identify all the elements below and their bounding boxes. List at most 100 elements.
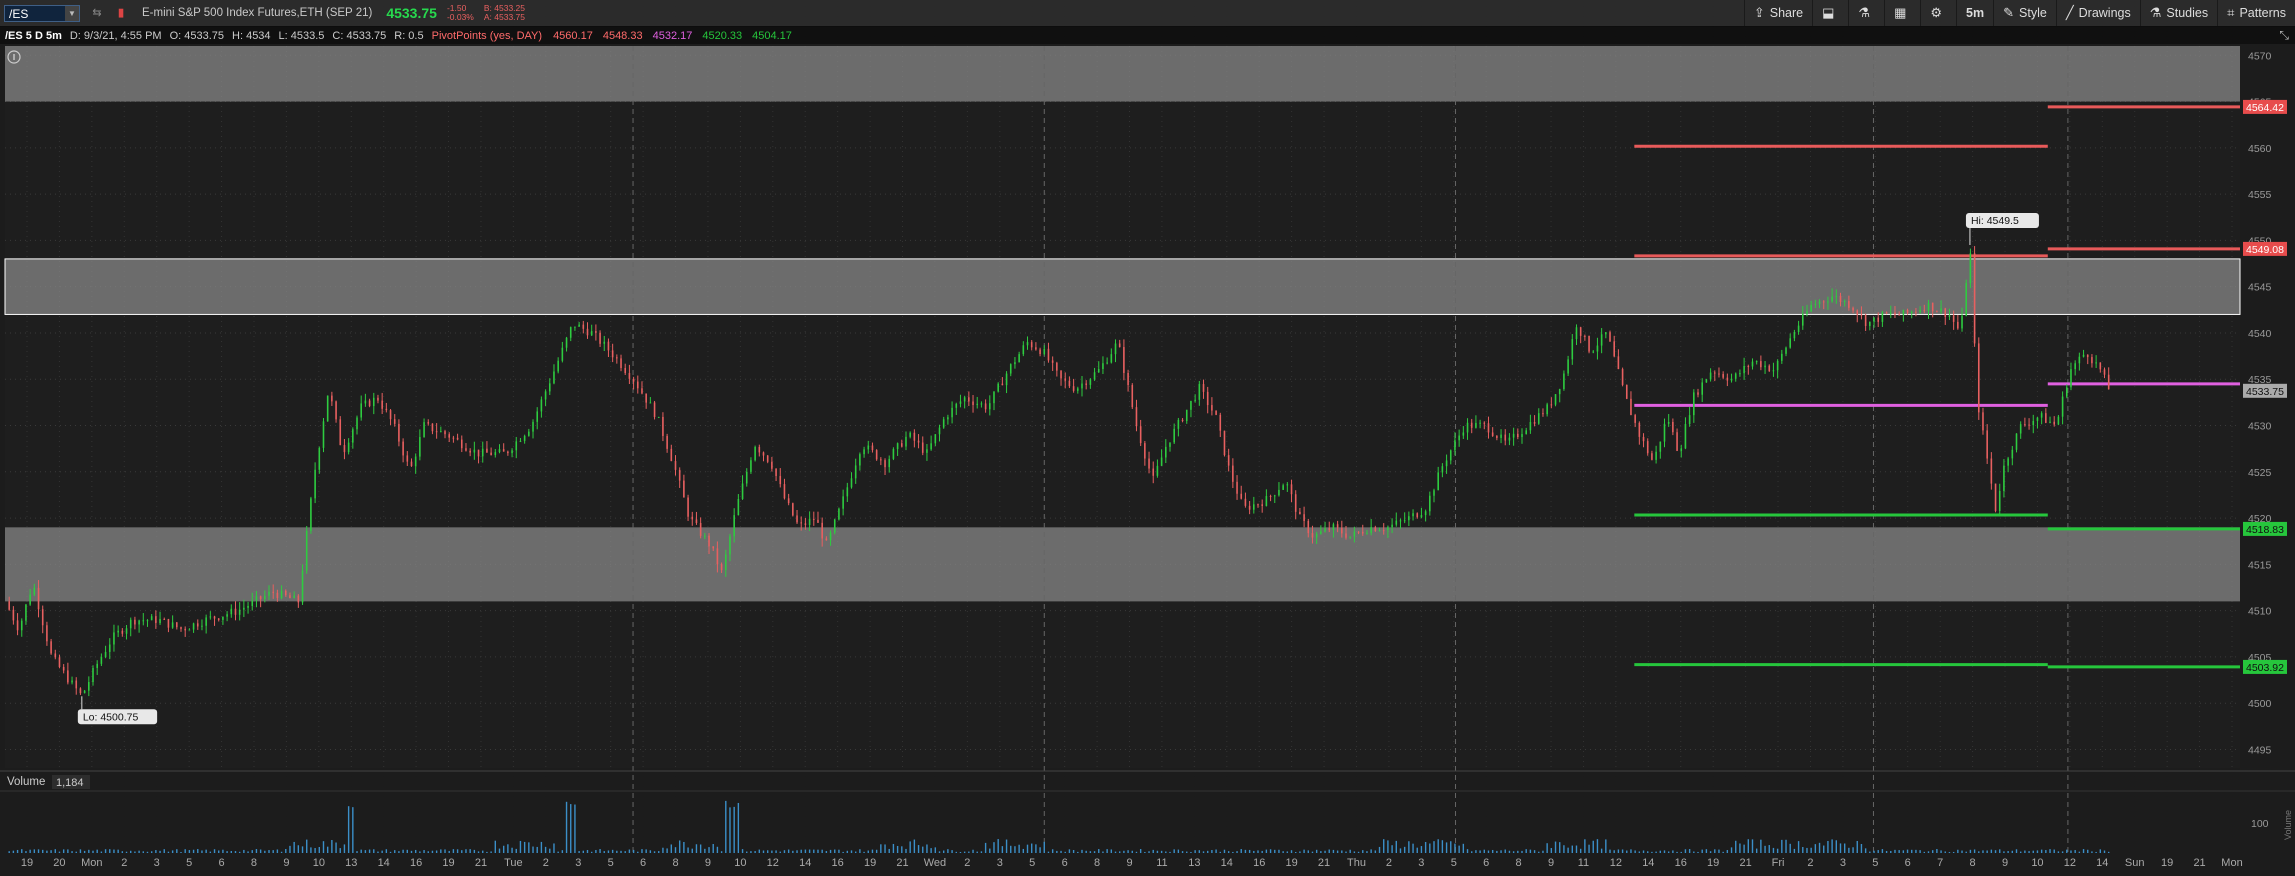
volume-bar [1835,840,1838,853]
candle-body [1005,373,1008,386]
x-tick-label: 9 [1126,857,1132,869]
bookmark-icon[interactable]: ▮ [114,6,128,20]
candle-body [385,408,388,411]
volume-bar [632,849,635,853]
candle-body [1202,384,1205,392]
candle-body [1253,504,1255,510]
candle-body [1185,409,1188,422]
candle-body [247,605,249,608]
volume-bar [783,850,786,853]
volume-bar [352,807,354,853]
volume-bar [1538,851,1540,853]
candle-body [1102,363,1104,370]
ask-price: A: 4533.75 [483,12,525,22]
candle-body [1609,332,1611,342]
volume-bar [850,850,853,853]
volume-bar [670,844,673,853]
candle-body [1831,296,1833,302]
candle-body [16,620,19,631]
change-stack: -1.50 -0.03% [447,4,474,22]
style-button[interactable]: ✎ Style [1993,0,2056,26]
study-name[interactable]: PivotPoints (yes, DAY) [432,30,542,42]
volume-bar [909,841,911,853]
candle-body [641,388,643,394]
candle-body [796,515,798,523]
candle-body [1726,377,1729,381]
candle-body [1512,433,1515,438]
price-chart[interactable]: Hi: 4549.5Lo: 4500.754495450045054510451… [0,44,2295,876]
candle-body [1944,308,1947,317]
candle-body [1332,524,1335,530]
drawings-button[interactable]: ╱ Drawings [2055,0,2140,26]
candle-body [142,620,145,622]
studies-button[interactable]: ⚗ Studies [2139,0,2217,26]
candle-body [1097,369,1100,373]
volume-bar [25,851,27,853]
candle-body [507,451,509,454]
candle-body [1085,383,1087,385]
volume-bar [1714,849,1716,853]
candle-body [310,498,312,531]
timeframe-button[interactable]: 5m [1956,0,1993,26]
candle-body [1822,301,1825,303]
candle-body [465,448,467,451]
volume-bar [1563,845,1565,853]
volume-bar [1873,850,1875,853]
settings-button[interactable]: ⚙ [1920,0,1956,26]
volume-bar [419,851,421,853]
candle-body [699,523,702,536]
chevron-down-icon[interactable]: ▼ [65,5,79,21]
x-tick-label: 19 [864,857,876,869]
volume-bar [1181,851,1184,853]
candle-body [586,328,589,336]
flask-button[interactable]: ⚗ [1848,0,1884,26]
snapshot-button[interactable]: ⬓ [1812,0,1848,26]
candle-body [377,397,379,401]
volume-bar [955,851,957,853]
volume-bar [976,851,978,853]
volume-bar [356,851,358,853]
volume-bar [867,850,869,853]
candle-body [1739,373,1741,375]
x-tick-label: 3 [1418,857,1424,869]
layout-button[interactable]: ▦ [1884,0,1920,26]
volume-bar [1827,840,1829,853]
volume-bar [1705,849,1708,853]
volume-bar [264,850,266,853]
candle-body [582,324,585,329]
x-tick-label: 12 [767,857,779,869]
volume-bar [1814,844,1817,853]
volume-bar [1680,851,1682,853]
candle-body [1424,511,1427,516]
candle-body [783,484,786,499]
candle-body [930,443,932,450]
volume-bar [1173,849,1175,853]
link-icon[interactable]: ⇆ [90,6,104,20]
candle-body [255,596,258,601]
candle-body [825,538,828,541]
candle-body [1542,413,1544,415]
candle-body [2040,413,2043,418]
candle-body [360,403,363,418]
volume-bar [448,850,450,853]
volume-bar [1286,851,1289,853]
candle-body [1550,404,1553,406]
volume-bar [494,840,497,853]
candle-body [678,469,681,481]
volume-bar [100,851,103,853]
symbol-input[interactable]: /ES ▼ [4,4,80,22]
volume-bar [452,849,455,853]
candle-body [1470,422,1473,428]
volume-bar [1621,849,1624,853]
candle-body [997,383,999,392]
volume-bar [737,802,740,853]
patterns-button[interactable]: ⌗ Patterns [2217,0,2295,26]
x-tick-label: 21 [1318,857,1330,869]
share-button[interactable]: ⇪ Share [1743,0,1812,26]
collapse-icon[interactable]: ⤡ [2279,28,2289,43]
volume-bar [712,844,714,853]
x-tick-label: 21 [896,857,908,869]
candle-body [1919,310,1921,313]
candle-body [854,465,857,479]
volume-bar [1378,846,1381,853]
